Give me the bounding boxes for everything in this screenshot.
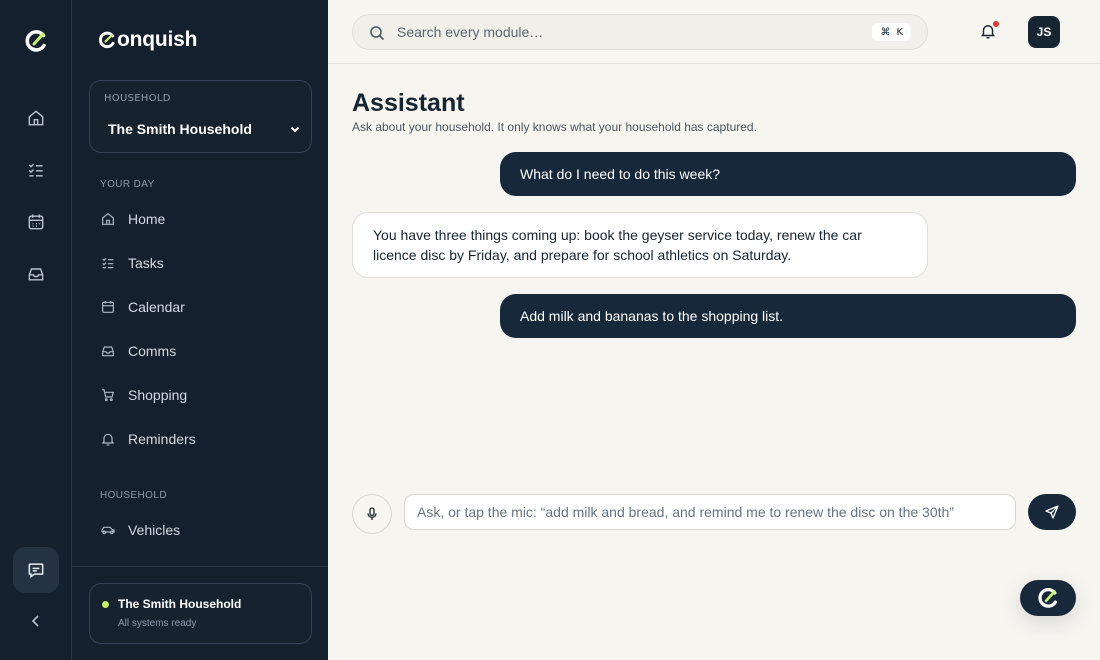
sidebar-item-label: Reminders [128, 431, 196, 447]
section-label-your-day: YOUR DAY [100, 179, 155, 190]
top-bar: Search every module… ⌘ K JS [328, 0, 1100, 64]
household-status-card[interactable]: The Smith Household All systems ready [89, 583, 312, 644]
sidebar-item-vehicles[interactable]: Vehicles [100, 516, 310, 544]
rail-assistant-button[interactable] [13, 547, 59, 593]
sidebar-item-reminders[interactable]: Reminders [100, 425, 310, 453]
sidebar-item-label: Calendar [128, 299, 185, 315]
microphone-icon [367, 507, 377, 520]
sidebar-item-label: Vehicles [128, 522, 181, 538]
send-icon [1045, 505, 1059, 519]
search-shortcut-badge: ⌘ K [872, 23, 911, 41]
sidebar-item-tasks[interactable]: Tasks [100, 249, 310, 277]
sidebar-item-label: Home [128, 211, 166, 227]
chevron-down-icon [290, 126, 300, 133]
search-placeholder: Search every module… [397, 24, 544, 40]
inbox-icon [28, 268, 44, 281]
status-title: The Smith Household [118, 597, 242, 611]
household-selector-caption: HOUSEHOLD [104, 93, 171, 104]
chevron-left-icon[interactable] [28, 613, 44, 629]
page-subtitle: Ask about your household. It only knows … [352, 120, 757, 134]
message-assistant: You have three things coming up: book th… [352, 212, 928, 278]
message-user: What do I need to do this week? [500, 152, 1076, 196]
household-selector[interactable]: HOUSEHOLD The Smith Household [89, 80, 312, 153]
sidebar-divider [72, 566, 328, 567]
search-icon [370, 26, 385, 41]
calendar-icon [28, 214, 44, 230]
brand-logo[interactable]: onquish [98, 28, 197, 52]
calendar-icon [102, 301, 114, 313]
rail-tasks-button[interactable] [24, 158, 48, 182]
status-indicator [102, 601, 109, 608]
sidebar-item-label: Tasks [128, 255, 164, 271]
brand-name: onquish [117, 28, 198, 51]
household-selector-value: The Smith Household [108, 121, 252, 137]
bell-icon [101, 433, 115, 446]
notification-badge [992, 20, 1000, 28]
rail-calendar-button[interactable] [24, 210, 48, 234]
assistant-fab-button[interactable] [1020, 580, 1076, 616]
home-icon [102, 212, 114, 225]
mic-button[interactable] [352, 494, 392, 534]
user-avatar[interactable]: JS [1028, 16, 1060, 48]
app-logo-icon[interactable] [24, 29, 48, 53]
sidebar-item-shopping[interactable]: Shopping [100, 381, 310, 409]
message-user: Add milk and bananas to the shopping lis… [500, 294, 1076, 338]
sidebar-item-home[interactable]: Home [100, 205, 310, 233]
chat-input[interactable] [404, 494, 1016, 530]
global-search[interactable]: Search every module… ⌘ K [352, 14, 928, 50]
chat-icon [28, 563, 44, 579]
page-title: Assistant [352, 89, 465, 117]
rail-home-button[interactable] [24, 106, 48, 130]
shortcut-key: K [896, 26, 903, 38]
tasks-icon [102, 257, 114, 269]
car-icon [101, 526, 115, 535]
status-subtitle: All systems ready [118, 618, 197, 629]
tasks-icon [28, 163, 43, 177]
inbox-icon [102, 346, 114, 357]
rail-inbox-button[interactable] [24, 262, 48, 286]
icon-rail [0, 0, 72, 660]
home-icon [28, 110, 44, 126]
brand-mark-icon [98, 31, 115, 49]
sidebar: onquish HOUSEHOLD The Smith Household YO… [72, 0, 328, 660]
sidebar-item-comms[interactable]: Comms [100, 337, 310, 365]
sidebar-item-label: Shopping [128, 387, 188, 403]
cart-icon [102, 389, 115, 402]
shortcut-modifier: ⌘ [880, 26, 891, 38]
sidebar-item-calendar[interactable]: Calendar [100, 293, 310, 321]
section-label-household: HOUSEHOLD [100, 490, 167, 501]
sidebar-item-label: Comms [128, 343, 177, 359]
brand-mark-icon [1038, 588, 1057, 608]
send-button[interactable] [1028, 494, 1076, 530]
